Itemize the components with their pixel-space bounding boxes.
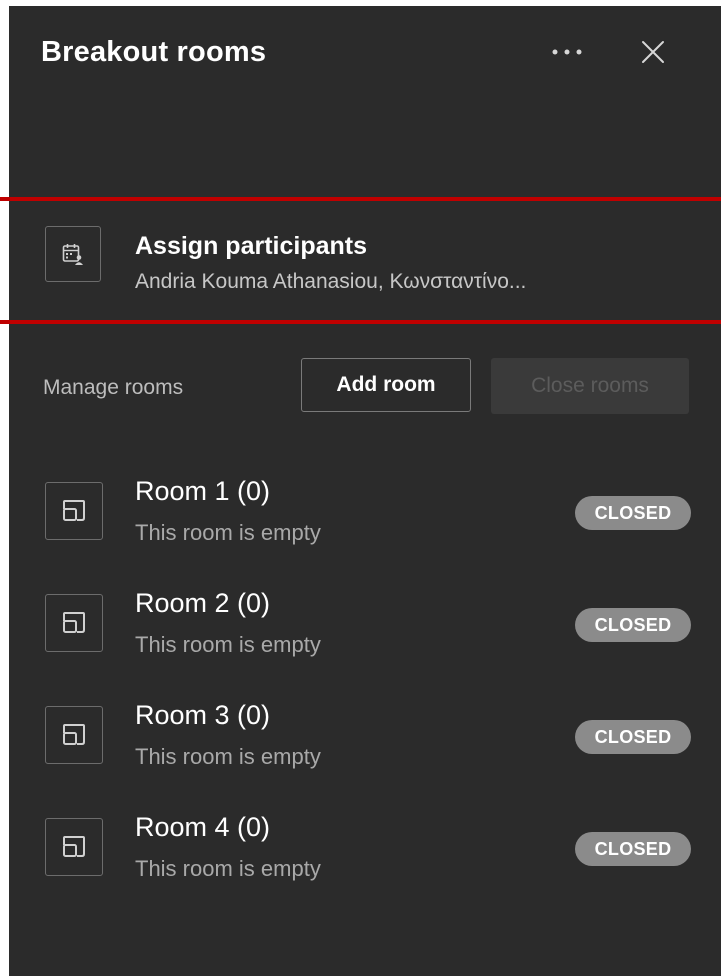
- highlight-line-bottom: [0, 320, 721, 324]
- room-status: This room is empty: [135, 632, 321, 657]
- status-badge: CLOSED: [575, 832, 691, 866]
- room-status: This room is empty: [135, 520, 321, 545]
- more-options-button[interactable]: [545, 32, 589, 72]
- add-room-button[interactable]: Add room: [301, 358, 471, 412]
- assign-icon-box: [45, 226, 101, 282]
- room-item-2[interactable]: Room 2 (0) This room is empty CLOSED: [45, 588, 705, 670]
- room-item-1[interactable]: Room 1 (0) This room is empty CLOSED: [45, 476, 705, 558]
- room-icon-box: [45, 706, 103, 764]
- status-badge: CLOSED: [575, 496, 691, 530]
- room-name: Room 4 (0): [135, 812, 271, 842]
- room-status: This room is empty: [135, 856, 321, 881]
- status-badge: CLOSED: [575, 720, 691, 754]
- room-icon-box: [45, 482, 103, 540]
- assign-participants-icon: [62, 244, 83, 265]
- breakout-rooms-panel: Breakout rooms Assign participants Andri…: [9, 6, 721, 976]
- room-icon: [63, 500, 85, 521]
- room-item-4[interactable]: Room 4 (0) This room is empty CLOSED: [45, 812, 705, 894]
- room-icon: [63, 724, 85, 745]
- room-icon-box: [45, 594, 103, 652]
- assign-participants-title: Assign participants: [135, 232, 367, 260]
- room-status: This room is empty: [135, 744, 321, 769]
- room-icon-box: [45, 818, 103, 876]
- room-name: Room 3 (0): [135, 700, 271, 730]
- room-icon: [63, 836, 85, 857]
- room-icon: [63, 612, 85, 633]
- more-horizontal-icon: [552, 49, 582, 55]
- close-icon: [642, 41, 664, 63]
- close-rooms-button[interactable]: Close rooms: [491, 358, 689, 414]
- panel-title: Breakout rooms: [41, 36, 267, 68]
- close-button[interactable]: [631, 32, 675, 76]
- status-badge: CLOSED: [575, 608, 691, 642]
- manage-rooms-label: Manage rooms: [43, 376, 184, 399]
- assign-participants-row[interactable]: Assign participants Andria Kouma Athanas…: [45, 226, 705, 296]
- room-item-3[interactable]: Room 3 (0) This room is empty CLOSED: [45, 700, 705, 782]
- assign-participants-names: Andria Kouma Athanasiou, Κωνσταντίνο...: [135, 270, 527, 293]
- highlight-line-top: [0, 197, 721, 201]
- room-name: Room 1 (0): [135, 476, 271, 506]
- room-name: Room 2 (0): [135, 588, 271, 618]
